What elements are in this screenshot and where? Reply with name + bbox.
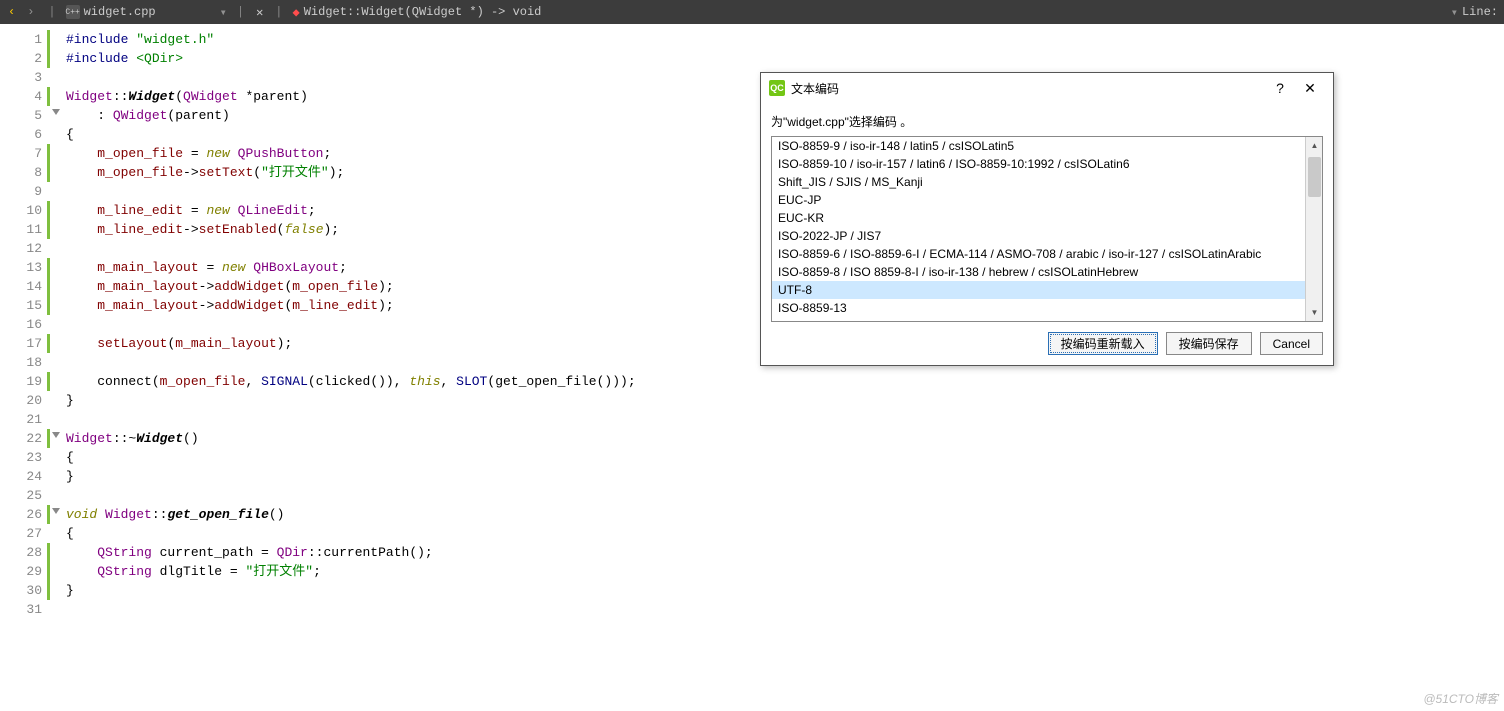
save-with-encoding-button[interactable]: 按编码保存 (1166, 332, 1252, 355)
encoding-option[interactable]: EUC-JP (772, 191, 1305, 209)
fold-toggle-icon[interactable] (52, 432, 60, 438)
line-number: 5 (0, 106, 50, 125)
nav-forward-icon[interactable]: › (23, 5, 38, 19)
encoding-option[interactable]: UTF-8 (772, 281, 1305, 299)
line-number: 1 (0, 30, 50, 49)
dialog-titlebar[interactable]: QC 文本编码 ? ✕ (761, 73, 1333, 103)
line-number: 3 (0, 68, 50, 87)
line-number: 22 (0, 429, 50, 448)
line-number: 27 (0, 524, 50, 543)
line-number: 15 (0, 296, 50, 315)
nav-back-icon[interactable]: ‹ (4, 5, 19, 19)
line-number: 20 (0, 391, 50, 410)
line-number: 24 (0, 467, 50, 486)
cancel-button[interactable]: Cancel (1260, 332, 1323, 355)
line-indicator: Line: (1462, 5, 1504, 19)
encoding-option[interactable]: ISO-8859-6 / ISO-8859-6-I / ECMA-114 / A… (772, 245, 1305, 263)
line-number: 13 (0, 258, 50, 277)
encoding-option[interactable]: ISO-2022-JP / JIS7 (772, 227, 1305, 245)
close-icon[interactable]: ✕ (1295, 80, 1325, 97)
line-number: 31 (0, 600, 50, 619)
dialog-title: 文本编码 (791, 80, 1265, 97)
line-number: 28 (0, 543, 50, 562)
encoding-option[interactable]: ISO-8859-8 / ISO 8859-8-I / iso-ir-138 /… (772, 263, 1305, 281)
line-number: 2 (0, 49, 50, 68)
line-number: 17 (0, 334, 50, 353)
line-number: 26 (0, 505, 50, 524)
line-number: 14 (0, 277, 50, 296)
line-number: 12 (0, 239, 50, 258)
line-number: 9 (0, 182, 50, 201)
line-number: 6 (0, 125, 50, 144)
fold-toggle-icon[interactable] (52, 109, 60, 115)
modified-indicator-icon: ◆ (289, 5, 304, 20)
encoding-option[interactable]: Shift_JIS / SJIS / MS_Kanji (772, 173, 1305, 191)
line-number: 10 (0, 201, 50, 220)
line-number: 29 (0, 562, 50, 581)
line-number: 18 (0, 353, 50, 372)
line-number: 4 (0, 87, 50, 106)
dialog-message: 为"widget.cpp"选择编码 。 (771, 109, 1323, 136)
watermark: @51CTO博客 (1423, 690, 1498, 707)
line-number: 11 (0, 220, 50, 239)
scrollbar[interactable]: ▲ ▼ (1305, 137, 1322, 321)
scroll-up-icon[interactable]: ▲ (1306, 137, 1323, 154)
line-number: 23 (0, 448, 50, 467)
line-number: 8 (0, 163, 50, 182)
line-number: 21 (0, 410, 50, 429)
app-icon: QC (769, 80, 785, 96)
close-tab-icon[interactable]: ✕ (250, 5, 269, 20)
line-number: 16 (0, 315, 50, 334)
top-toolbar: ‹ › | C++ widget.cpp ▾ | ✕ | ◆ Widget::W… (0, 0, 1504, 24)
separator: | (231, 5, 250, 19)
file-dropdown-icon[interactable]: ▾ (216, 5, 231, 20)
text-encoding-dialog: QC 文本编码 ? ✕ 为"widget.cpp"选择编码 。 ISO-8859… (760, 72, 1334, 366)
line-number-gutter: 1234567891011121314151617181920212223242… (0, 24, 50, 711)
breadcrumb[interactable]: Widget::Widget(QWidget *) -> void (304, 5, 542, 19)
scroll-down-icon[interactable]: ▼ (1306, 304, 1323, 321)
encoding-option[interactable]: ISO-8859-10 / iso-ir-157 / latin6 / ISO-… (772, 155, 1305, 173)
line-number: 30 (0, 581, 50, 600)
separator: | (269, 5, 288, 19)
line-number: 25 (0, 486, 50, 505)
encoding-option[interactable]: ISO-8859-9 / iso-ir-148 / latin5 / csISO… (772, 137, 1305, 155)
encoding-listbox[interactable]: ISO-8859-9 / iso-ir-148 / latin5 / csISO… (771, 136, 1323, 322)
file-name-label[interactable]: widget.cpp (84, 5, 216, 19)
breadcrumb-dropdown-icon[interactable]: ▾ (1447, 5, 1462, 20)
nav-group: ‹ › (0, 5, 42, 19)
line-number: 19 (0, 372, 50, 391)
reload-with-encoding-button[interactable]: 按编码重新载入 (1048, 332, 1158, 355)
file-type-icon: C++ (66, 5, 80, 19)
separator: | (42, 5, 61, 19)
fold-toggle-icon[interactable] (52, 508, 60, 514)
line-number: 7 (0, 144, 50, 163)
encoding-option[interactable]: EUC-KR (772, 209, 1305, 227)
scroll-thumb[interactable] (1308, 157, 1321, 197)
encoding-option[interactable]: ISO-8859-13 (772, 299, 1305, 317)
help-icon[interactable]: ? (1265, 80, 1295, 96)
